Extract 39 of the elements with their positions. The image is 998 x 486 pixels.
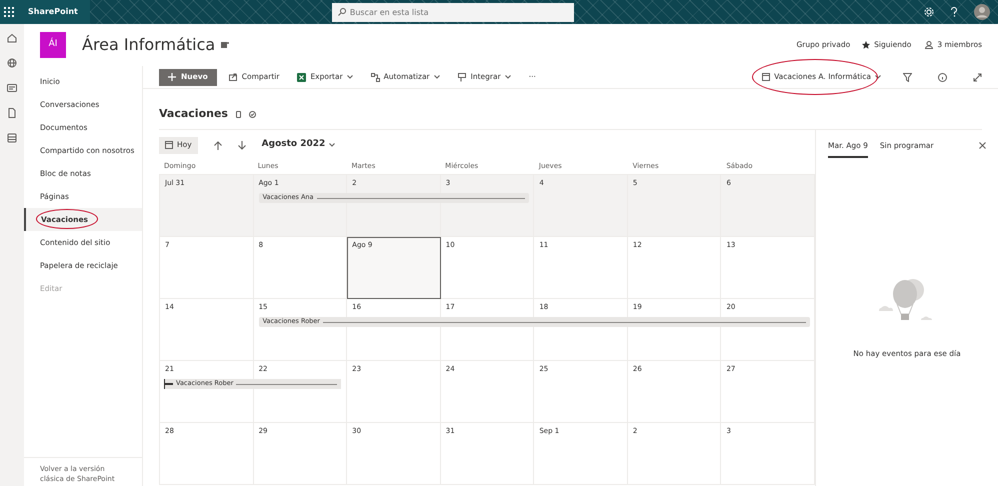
filter-icon[interactable] (903, 72, 912, 82)
share-icon (228, 72, 238, 82)
month-picker[interactable]: Agosto 2022 (262, 136, 336, 154)
flow-icon (370, 72, 380, 82)
annotation-ellipse (36, 209, 98, 229)
mobile-icon[interactable] (236, 110, 241, 118)
chevron-down-icon (346, 75, 353, 79)
document-icon[interactable] (7, 108, 17, 118)
teams-icon (221, 41, 230, 49)
plus-icon (168, 72, 177, 82)
home-icon[interactable] (7, 33, 17, 43)
search-field[interactable]: Buscar en esta lista (332, 2, 574, 22)
site-logo[interactable]: ÁI (40, 32, 66, 58)
person-icon (925, 41, 934, 49)
chevron-down-icon (434, 75, 440, 79)
search-icon (338, 8, 346, 16)
chevron-down-icon (875, 75, 881, 79)
star-icon (862, 41, 870, 49)
calendar-icon (165, 141, 173, 149)
expand-icon[interactable] (973, 72, 982, 82)
list-title: Vacaciones (159, 106, 228, 122)
close-icon[interactable] (979, 142, 986, 149)
arrow-down-icon[interactable] (238, 140, 246, 150)
excel-icon (297, 72, 306, 82)
integrate-icon (458, 72, 467, 82)
news-icon[interactable] (7, 83, 17, 93)
arrow-up-icon[interactable] (214, 140, 222, 150)
avatar-icon[interactable] (974, 4, 990, 20)
globe-icon[interactable] (7, 58, 17, 68)
list-icon[interactable] (7, 133, 17, 143)
chevron-down-icon (329, 143, 336, 147)
site-title: Área Informática (82, 34, 216, 56)
settings-icon[interactable] (924, 7, 934, 17)
check-circle-icon[interactable] (248, 110, 256, 118)
app-launcher-icon[interactable] (4, 7, 14, 17)
chevron-down-icon (504, 75, 511, 79)
info-icon[interactable] (938, 72, 947, 82)
help-icon[interactable] (950, 7, 958, 17)
calendar-icon (762, 73, 770, 81)
